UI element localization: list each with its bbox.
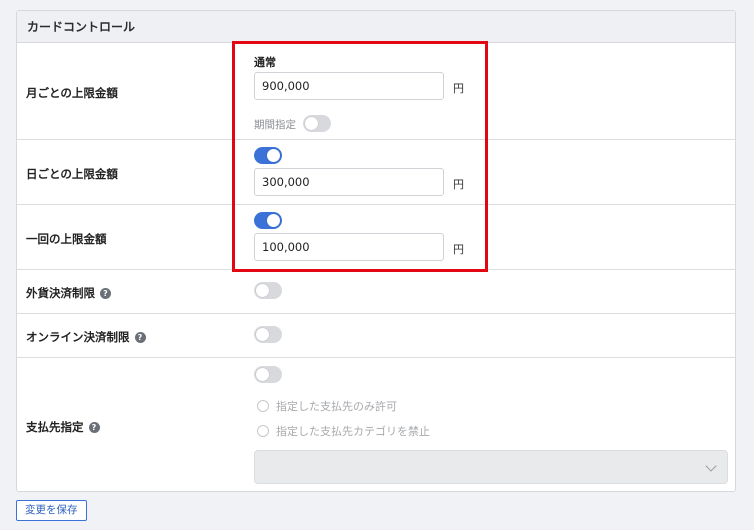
per-transaction-limit-label-text: 一回の上限金額 (26, 232, 107, 246)
monthly-limit-label: 月ごとの上限金額 (26, 85, 118, 101)
online-payment-label-text: オンライン決済制限 (26, 330, 130, 344)
payee-option-allow[interactable]: 指定した支払先のみ許可 (257, 398, 397, 414)
foreign-currency-label: 外貨決済制限 ? (26, 285, 111, 301)
daily-limit-toggle[interactable] (254, 147, 282, 164)
radio-icon (257, 400, 269, 412)
daily-limit-input[interactable]: 300,000 (254, 168, 444, 196)
card-control-panel: カードコントロール 月ごとの上限金額 通常 900,000 円 期間指定 日ごと… (16, 10, 736, 492)
row-online-payment: オンライン決済制限 ? (17, 314, 735, 358)
online-payment-toggle[interactable] (254, 326, 282, 343)
row-daily-limit: 日ごとの上限金額 300,000 円 (17, 140, 735, 205)
monthly-unit: 円 (453, 82, 464, 95)
help-icon[interactable]: ? (88, 421, 100, 433)
save-button[interactable]: 変更を保存 (16, 500, 87, 521)
row-payee: 支払先指定 ? 指定した支払先のみ許可 指定した支払先カテゴリを禁止 (17, 358, 735, 491)
payee-option-block-category-text: 指定した支払先カテゴリを禁止 (276, 425, 430, 438)
normal-label: 通常 (254, 56, 276, 69)
foreign-currency-toggle[interactable] (254, 282, 282, 299)
row-per-transaction-limit: 一回の上限金額 100,000 円 (17, 205, 735, 270)
payee-option-allow-text: 指定した支払先のみ許可 (276, 400, 397, 413)
row-monthly-limit: 月ごとの上限金額 通常 900,000 円 期間指定 (17, 43, 735, 140)
monthly-limit-input[interactable]: 900,000 (254, 72, 444, 100)
period-label: 期間指定 (254, 119, 296, 131)
payee-toggle[interactable] (254, 366, 282, 383)
row-foreign-currency: 外貨決済制限 ? (17, 270, 735, 314)
radio-icon (257, 425, 269, 437)
panel-title: カードコントロール (17, 11, 735, 43)
period-toggle[interactable] (303, 115, 331, 132)
chevron-down-icon (705, 460, 717, 472)
payee-option-block-category[interactable]: 指定した支払先カテゴリを禁止 (257, 423, 430, 439)
monthly-limit-label-text: 月ごとの上限金額 (26, 86, 118, 100)
help-icon[interactable]: ? (134, 331, 146, 343)
help-icon[interactable]: ? (100, 287, 111, 299)
per-transaction-limit-label: 一回の上限金額 (26, 231, 107, 247)
daily-limit-label: 日ごとの上限金額 (26, 166, 118, 182)
online-payment-label: オンライン決済制限 ? (26, 329, 146, 345)
payee-select[interactable] (254, 450, 728, 484)
daily-unit: 円 (453, 178, 464, 191)
per-transaction-unit: 円 (453, 243, 464, 256)
per-transaction-toggle[interactable] (254, 212, 282, 229)
daily-limit-label-text: 日ごとの上限金額 (26, 167, 118, 181)
payee-label: 支払先指定 ? (26, 419, 100, 435)
foreign-currency-label-text: 外貨決済制限 (26, 286, 95, 300)
payee-label-text: 支払先指定 (26, 420, 84, 434)
per-transaction-input[interactable]: 100,000 (254, 233, 444, 261)
